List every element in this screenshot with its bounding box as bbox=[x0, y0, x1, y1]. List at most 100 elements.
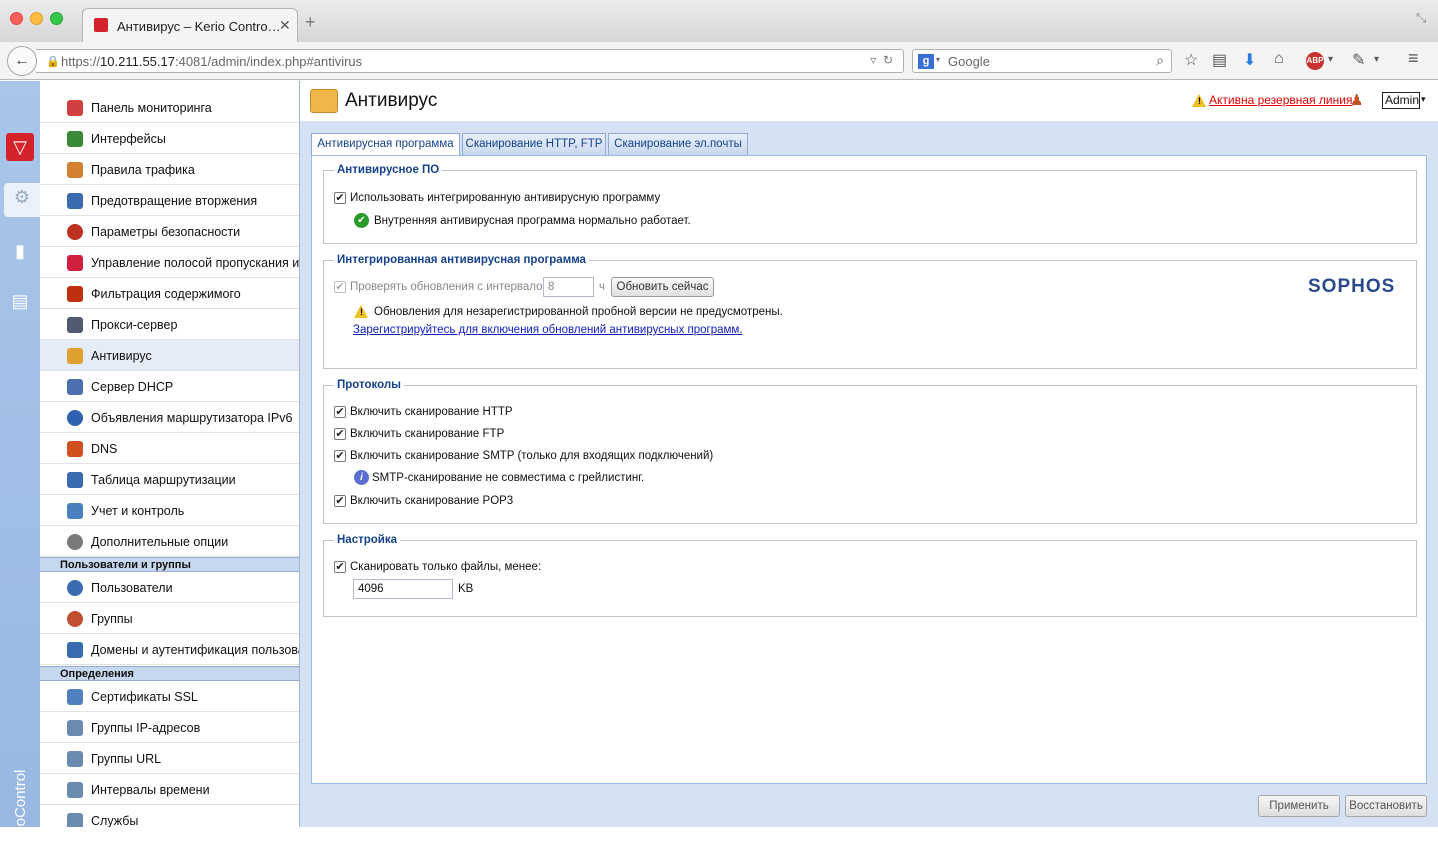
section-title: Протоколы bbox=[337, 379, 402, 391]
section-title: Интегрированная антивирусная программа bbox=[337, 254, 586, 266]
close-window-button[interactable] bbox=[10, 12, 23, 25]
update-now-button[interactable]: Обновить сейчас bbox=[611, 277, 714, 297]
kerio-control-logo: KerioControl bbox=[12, 769, 29, 853]
ok-status-icon: ✔ bbox=[354, 213, 369, 228]
statistics-icon[interactable]: ▮ bbox=[6, 237, 34, 265]
sidebar-item-services[interactable]: Службы bbox=[40, 805, 299, 827]
minimize-window-button[interactable] bbox=[30, 12, 43, 25]
scan-size-limit-checkbox[interactable]: ✔ bbox=[334, 561, 346, 573]
bookmark-star-icon[interactable]: ☆ bbox=[1184, 50, 1198, 70]
sidebar-item-intrusion-prevention[interactable]: Предотвращение вторжения bbox=[40, 185, 299, 216]
sidebar-item-dashboard[interactable]: Панель мониторинга bbox=[40, 92, 299, 123]
tab-email-scanning[interactable]: Сканирование эл.почты bbox=[608, 133, 748, 155]
sidebar-item-ipv6-ra[interactable]: Объявления маршрутизатора IPv6 bbox=[40, 402, 299, 433]
apply-button[interactable]: Применить bbox=[1258, 795, 1340, 817]
fullscreen-icon[interactable]: ⤡ bbox=[1416, 10, 1426, 26]
back-button[interactable]: ← bbox=[7, 46, 37, 76]
adblock-dropdown-icon[interactable]: ▾ bbox=[1328, 54, 1333, 65]
extension-icon[interactable]: ✎ bbox=[1352, 50, 1365, 70]
sidebar-item-label: Предотвращение вторжения bbox=[91, 194, 258, 208]
reading-list-icon[interactable]: ▤ bbox=[1212, 50, 1227, 70]
use-integrated-antivirus-label: Использовать интегрированную антивирусну… bbox=[350, 192, 661, 204]
google-icon[interactable]: g bbox=[918, 54, 934, 69]
sidebar-item-proxy[interactable]: Прокси-сервер bbox=[40, 309, 299, 340]
new-tab-icon[interactable]: + bbox=[305, 12, 316, 33]
sidebar-item-label: Группы IP-адресов bbox=[91, 721, 201, 735]
maximize-window-button[interactable] bbox=[50, 12, 63, 25]
update-interval-input[interactable]: 8 bbox=[543, 277, 594, 297]
sidebar-item-label: Фильтрация содержимого bbox=[91, 287, 241, 301]
restore-button[interactable]: Восстановить bbox=[1345, 795, 1427, 817]
search-icon[interactable]: ⌕ bbox=[1156, 52, 1164, 69]
sidebar-item-label: Сервер DHCP bbox=[91, 380, 174, 394]
sophos-logo: SOPHOS bbox=[1308, 276, 1396, 297]
chevron-down-icon[interactable]: ▾ bbox=[1421, 94, 1426, 105]
check-updates-checkbox[interactable]: ✔ bbox=[334, 281, 346, 293]
reload-icon[interactable]: ▿ ↻ bbox=[870, 53, 893, 67]
backup-line-warning-link[interactable]: Активна резервная линия bbox=[1209, 93, 1352, 107]
address-bar[interactable]: 🔒 https://10.211.55.17:4081/admin/index.… bbox=[36, 49, 904, 73]
sidebar-item-groups[interactable]: Группы bbox=[40, 603, 299, 634]
page-header: Антивирус ! Активна резервная линия ♟ Ad… bbox=[300, 81, 1438, 121]
file-size-limit-input[interactable]: 4096 bbox=[353, 579, 453, 599]
proxy-server-icon bbox=[67, 317, 83, 333]
sidebar-item-label: Группы bbox=[91, 612, 133, 626]
use-integrated-antivirus-checkbox[interactable]: ✔ bbox=[334, 192, 346, 204]
sidebar-item-users[interactable]: Пользователи bbox=[40, 572, 299, 603]
configuration-gear-icon[interactable]: ⚙ bbox=[4, 183, 40, 217]
home-icon[interactable]: ⌂ bbox=[1274, 50, 1284, 68]
sidebar-item-advanced-options[interactable]: Дополнительные опции bbox=[40, 526, 299, 557]
tab-panel: Антивирусное ПО ✔ Использовать интегриро… bbox=[311, 155, 1427, 784]
ftp-scanning-checkbox[interactable]: ✔ bbox=[334, 428, 346, 440]
adblock-icon[interactable]: ABP bbox=[1306, 52, 1324, 70]
search-bar[interactable]: g ▾ Google ⌕ bbox=[912, 49, 1172, 73]
logs-icon[interactable]: ▤ bbox=[6, 287, 34, 315]
http-scanning-checkbox[interactable]: ✔ bbox=[334, 406, 346, 418]
downloads-icon[interactable]: ⬇ bbox=[1243, 50, 1256, 70]
browser-tab-title: Антивирус – Kerio Contro… bbox=[117, 19, 281, 34]
menu-icon[interactable]: ≡ bbox=[1408, 48, 1419, 69]
sidebar-item-antivirus[interactable]: Антивирус bbox=[40, 340, 299, 371]
antivirus-folder-icon bbox=[67, 348, 83, 364]
http-scanning-label: Включить сканирование HTTP bbox=[350, 406, 513, 418]
sidebar-item-label: Интерфейсы bbox=[91, 132, 166, 146]
search-engine-dropdown-icon[interactable]: ▾ bbox=[936, 55, 940, 64]
sidebar-item-label: Параметры безопасности bbox=[91, 225, 241, 239]
sidebar-item-domains[interactable]: Домены и аутентификация пользоват bbox=[40, 634, 299, 665]
scan-size-limit-label: Сканировать только файлы, менее: bbox=[350, 561, 542, 573]
accounting-icon bbox=[67, 503, 83, 519]
smtp-scanning-checkbox[interactable]: ✔ bbox=[334, 450, 346, 462]
browser-tab[interactable]: Антивирус – Kerio Contro… ✕ bbox=[82, 8, 298, 42]
sidebar-section-title: Определения bbox=[60, 668, 134, 680]
user-menu-button[interactable]: Admin bbox=[1382, 92, 1420, 109]
sidebar-item-bandwidth[interactable]: Управление полосой пропускания и С bbox=[40, 247, 299, 278]
sidebar-item-label: Интервалы времени bbox=[91, 783, 210, 797]
sidebar-item-ssl-certificates[interactable]: Сертификаты SSL bbox=[40, 681, 299, 712]
sidebar-item-accounting[interactable]: Учет и контроль bbox=[40, 495, 299, 526]
shield-icon[interactable]: ▽ bbox=[6, 133, 34, 161]
pop3-scanning-checkbox[interactable]: ✔ bbox=[334, 495, 346, 507]
sidebar-item-security-settings[interactable]: Параметры безопасности bbox=[40, 216, 299, 247]
kerio-favicon-icon bbox=[94, 18, 108, 32]
browser-titlebar: Антивирус – Kerio Contro… ✕ + ⤡ bbox=[0, 0, 1438, 42]
extension-dropdown-icon[interactable]: ▾ bbox=[1374, 54, 1379, 65]
sidebar-item-time-ranges[interactable]: Интервалы времени bbox=[40, 774, 299, 805]
sidebar-item-url-groups[interactable]: Группы URL bbox=[40, 743, 299, 774]
sidebar-item-traffic-rules[interactable]: Правила трафика bbox=[40, 154, 299, 185]
address-text: https://10.211.55.17:4081/admin/index.ph… bbox=[61, 54, 362, 69]
register-link[interactable]: Зарегистрируйтесь для включения обновлен… bbox=[353, 324, 743, 336]
stop-hand-icon bbox=[67, 224, 83, 240]
sidebar-item-interfaces[interactable]: Интерфейсы bbox=[40, 123, 299, 154]
sidebar-item-label: Таблица маршрутизации bbox=[91, 473, 236, 487]
network-card-icon bbox=[67, 131, 83, 147]
sidebar-item-dhcp[interactable]: Сервер DHCP bbox=[40, 371, 299, 402]
sidebar-item-dns[interactable]: DNS bbox=[40, 433, 299, 464]
sidebar-item-routing-table[interactable]: Таблица маршрутизации bbox=[40, 464, 299, 495]
certificate-icon bbox=[67, 689, 83, 705]
close-tab-icon[interactable]: ✕ bbox=[279, 17, 291, 34]
tab-antivirus-program[interactable]: Антивирусная программа bbox=[311, 133, 460, 156]
tab-http-ftp-scanning[interactable]: Сканирование HTTP, FTP bbox=[462, 133, 606, 155]
sidebar-item-label: Антивирус bbox=[91, 349, 152, 363]
sidebar-item-content-filter[interactable]: Фильтрация содержимого bbox=[40, 278, 299, 309]
sidebar-item-ip-groups[interactable]: Группы IP-адресов bbox=[40, 712, 299, 743]
